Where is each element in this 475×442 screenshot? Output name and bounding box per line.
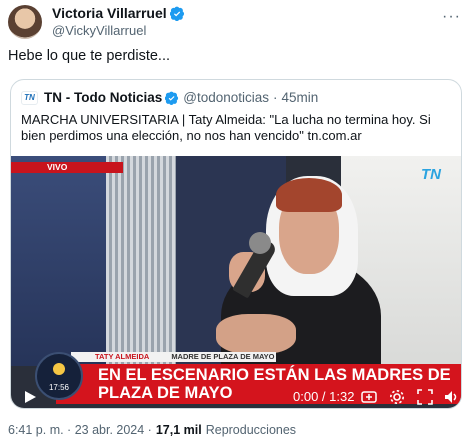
video-player[interactable]: VIVO TN TATY ALMEIDA MADRE DE PLAZA DE M…: [11, 156, 461, 408]
play-icon[interactable]: [23, 390, 37, 404]
tn-logo: TN: [21, 90, 38, 105]
author-name-row[interactable]: Victoria Villarruel: [52, 4, 185, 22]
sun-icon: [53, 363, 65, 375]
quote-source-handle[interactable]: @todonoticias: [183, 90, 269, 105]
lower-third-name: TATY ALMEIDA: [95, 352, 150, 361]
quote-header: TN TN - Todo Noticias @todonoticias · 45…: [21, 90, 318, 105]
verified-badge-icon: [169, 6, 184, 21]
views-label: Reproducciones: [205, 423, 297, 437]
quoted-tweet[interactable]: TN TN - Todo Noticias @todonoticias · 45…: [10, 79, 462, 409]
tweet-text: Hebe lo que te perdiste...: [8, 48, 171, 64]
author-handle[interactable]: @VickyVillarruel: [52, 22, 185, 40]
author-info: Victoria Villarruel @VickyVillarruel: [52, 4, 185, 40]
lower-third-role: MADRE DE PLAZA DE MAYO: [171, 352, 275, 361]
volume-icon[interactable]: [443, 389, 459, 405]
speaker-hair: [276, 178, 342, 212]
avatar[interactable]: [8, 5, 42, 39]
tweet-footer: 6:41 p. m. · 23 abr. 2024 · 17,1 mil Rep…: [8, 423, 296, 437]
tweet-header: Victoria Villarruel @VickyVillarruel: [8, 4, 185, 40]
quote-text: MARCHA UNIVERSITARIA | Taty Almeida: "La…: [21, 112, 431, 143]
quote-time[interactable]: 45min: [282, 90, 319, 105]
author-display-name[interactable]: Victoria Villarruel: [52, 4, 167, 22]
views-count: 17,1 mil: [155, 423, 202, 437]
settings-icon[interactable]: [389, 389, 405, 405]
lower-third-name-bar: TATY ALMEIDA MADRE DE PLAZA DE MAYO: [71, 352, 276, 362]
tweet-timestamp[interactable]: 6:41 p. m. · 23 abr. 2024 ·: [8, 423, 152, 437]
video-controls: 0:00 / 1:32: [11, 384, 461, 408]
speaker-hands: [216, 314, 296, 354]
fullscreen-icon[interactable]: [417, 389, 433, 405]
microphone-head: [249, 232, 271, 254]
video-time: 0:00 / 1:32: [293, 389, 355, 404]
verified-badge-icon: [165, 91, 179, 105]
separator-dot: ·: [273, 90, 278, 105]
tn-logo-text: TN: [24, 93, 35, 102]
gif-icon[interactable]: [361, 389, 377, 405]
live-label: VIVO: [47, 162, 68, 172]
tn-watermark: TN: [421, 166, 441, 183]
more-icon[interactable]: ···: [442, 8, 461, 26]
quote-source-name[interactable]: TN - Todo Noticias: [44, 90, 162, 105]
